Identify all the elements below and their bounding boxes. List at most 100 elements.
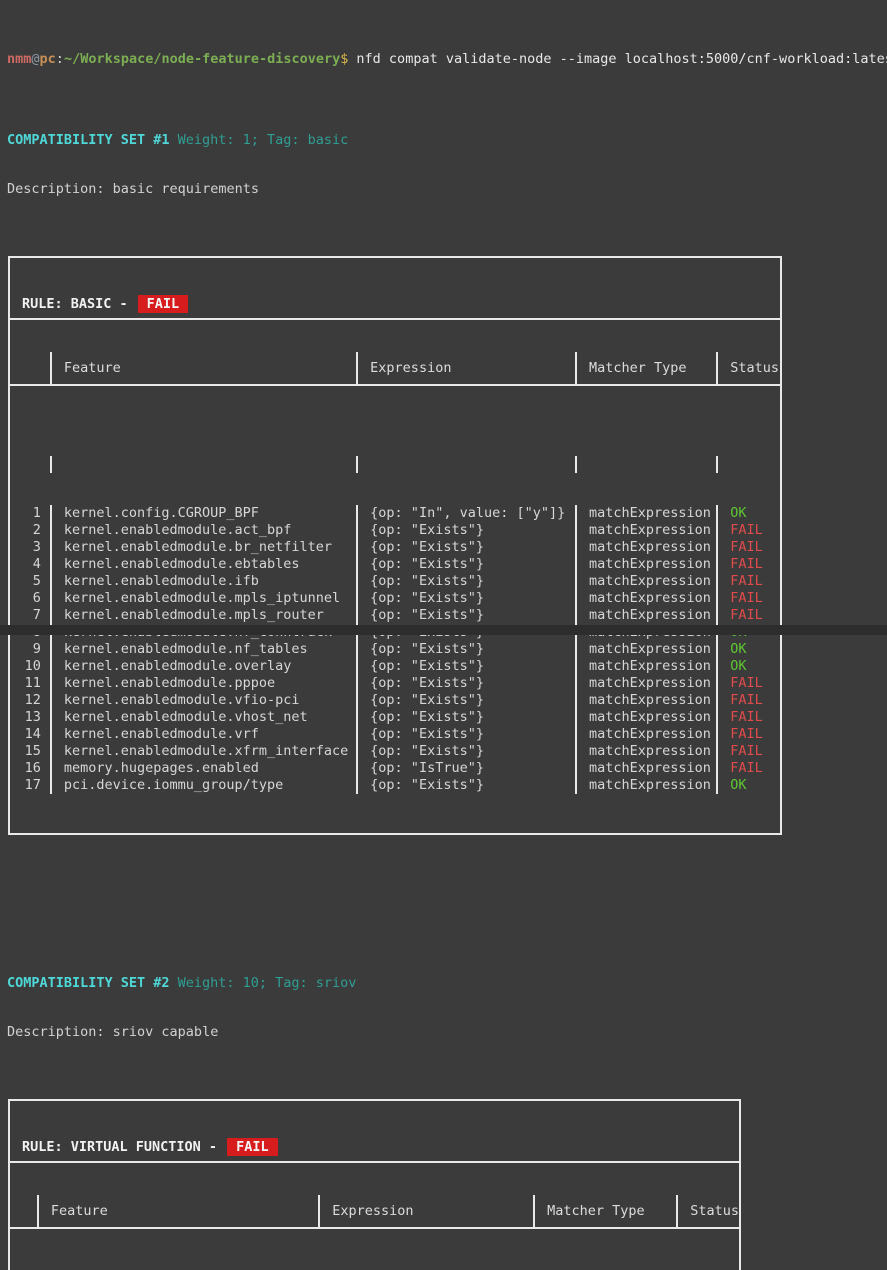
column-header-feature: Feature (37, 1195, 318, 1227)
row-feature: kernel.enabledmodule.pppoe (50, 675, 356, 692)
row-matcher-type (575, 456, 716, 473)
table-row: 16 memory.hugepages.enabled {op: "IsTrue… (10, 760, 780, 777)
row-matcher-type: matchExpression (575, 658, 716, 675)
table-row: 6 kernel.enabledmodule.mpls_iptunnel {op… (10, 590, 780, 607)
column-header-row: Feature Expression Matcher Type Status (10, 1195, 739, 1229)
window-bottom-edge (0, 625, 887, 635)
row-feature: kernel.enabledmodule.nf_tables (50, 641, 356, 658)
set2-title: COMPATIBILITY SET #2 (7, 975, 170, 991)
column-header-matcher-type: Matcher Type (575, 352, 716, 384)
set2-header-line: COMPATIBILITY SET #2 Weight: 10; Tag: sri… (7, 975, 887, 992)
set1-meta: Weight: 1; Tag: basic (178, 132, 349, 148)
terminal-window: nmm@pc:~/Workspace/node-feature-discover… (0, 0, 887, 1270)
row-status: FAIL (716, 522, 780, 539)
row-feature: kernel.enabledmodule.act_bpf (50, 522, 356, 539)
row-number: 2 (10, 522, 50, 539)
row-number: 16 (10, 760, 50, 777)
row-expression: {op: "Exists"} (356, 777, 575, 794)
prompt-user: nmm (7, 51, 31, 67)
row-status: FAIL (716, 675, 780, 692)
row-status: FAIL (716, 590, 780, 607)
prompt-at-symbol: @ (31, 51, 39, 67)
table-row: 9 kernel.enabledmodule.nf_tables {op: "E… (10, 641, 780, 658)
table-row: 13 kernel.enabledmodule.vhost_net {op: "… (10, 709, 780, 726)
rule-table-basic: RULE: BASIC - FAIL Feature Expression Ma… (8, 256, 782, 835)
row-number: 17 (10, 777, 50, 794)
rule-status-badge: FAIL (227, 1138, 278, 1156)
row-matcher-type: matchExpression (575, 607, 716, 624)
rule-label: RULE: VIRTUAL FUNCTION - (22, 1139, 217, 1155)
row-status: FAIL (716, 573, 780, 590)
row-feature: kernel.enabledmodule.vrf (50, 726, 356, 743)
row-status: FAIL (716, 607, 780, 624)
row-feature (50, 456, 356, 473)
row-expression: {op: "Exists"} (356, 692, 575, 709)
row-status: OK (716, 777, 780, 794)
row-expression: {op: "Exists"} (356, 607, 575, 624)
set2-description: Description: sriov capable (7, 1024, 887, 1041)
row-expression: {op: "Exists"} (356, 709, 575, 726)
table-row: 3 kernel.enabledmodule.br_netfilter {op:… (10, 539, 780, 556)
row-expression: {op: "Exists"} (356, 726, 575, 743)
row-feature: kernel.enabledmodule.ifb (50, 573, 356, 590)
row-number: 10 (10, 658, 50, 675)
rule-status-badge: FAIL (138, 295, 189, 313)
row-feature: kernel.enabledmodule.vhost_net (50, 709, 356, 726)
row-number: 14 (10, 726, 50, 743)
row-matcher-type: matchExpression (575, 777, 716, 794)
command-text: nfd compat validate-node --image localho… (348, 51, 887, 67)
row-status: OK (716, 505, 780, 522)
section-spacer (7, 883, 887, 911)
table-row: 15 kernel.enabledmodule.xfrm_interface {… (10, 743, 780, 760)
row-number: 3 (10, 539, 50, 556)
table-row: 14 kernel.enabledmodule.vrf {op: "Exists… (10, 726, 780, 743)
row-feature: kernel.enabledmodule.mpls_iptunnel (50, 590, 356, 607)
row-feature: kernel.enabledmodule.vfio-pci (50, 692, 356, 709)
row-feature: pci.device.iommu_group/type (50, 777, 356, 794)
row-status: FAIL (716, 692, 780, 709)
row-expression: {op: "Exists"} (356, 539, 575, 556)
row-status: FAIL (716, 743, 780, 760)
row-matcher-type: matchExpression (575, 641, 716, 658)
table-row: 7 kernel.enabledmodule.mpls_router {op: … (10, 607, 780, 624)
row-expression: {op: "Exists"} (356, 522, 575, 539)
rule-header-virtual-function: RULE: VIRTUAL FUNCTION - FAIL (10, 1133, 739, 1163)
row-expression (356, 456, 575, 473)
row-number: 11 (10, 675, 50, 692)
prompt-colon: : (56, 51, 64, 67)
table-row: 5 kernel.enabledmodule.ifb {op: "Exists"… (10, 573, 780, 590)
row-number: 12 (10, 692, 50, 709)
row-matcher-type: matchExpression (575, 522, 716, 539)
row-matcher-type: matchExpression (575, 505, 716, 522)
row-feature: kernel.enabledmodule.xfrm_interface (50, 743, 356, 760)
row-feature: kernel.enabledmodule.mpls_router (50, 607, 356, 624)
row-feature: kernel.enabledmodule.overlay (50, 658, 356, 675)
table-row: 11 kernel.enabledmodule.pppoe {op: "Exis… (10, 675, 780, 692)
row-number: 6 (10, 590, 50, 607)
row-number: 1 (10, 505, 50, 522)
rule-header-basic: RULE: BASIC - FAIL (10, 290, 780, 320)
row-number: 7 (10, 607, 50, 624)
row-matcher-type: matchExpression (575, 556, 716, 573)
prompt-line: nmm@pc:~/Workspace/node-feature-discover… (7, 51, 887, 68)
row-status: FAIL (716, 760, 780, 777)
prompt-path: ~/Workspace/node-feature-discovery (64, 51, 340, 67)
rule-table-virtual-function: RULE: VIRTUAL FUNCTION - FAIL Feature Ex… (8, 1099, 741, 1270)
prompt-host: pc (40, 51, 56, 67)
row-matcher-type: matchExpression (575, 709, 716, 726)
set2-meta: Weight: 10; Tag: sriov (178, 975, 357, 991)
row-status: FAIL (716, 709, 780, 726)
row-number: 9 (10, 641, 50, 658)
row-expression: {op: "Exists"} (356, 590, 575, 607)
column-header-expression: Expression (356, 352, 575, 384)
row-status (716, 456, 780, 473)
row-expression: {op: "Exists"} (356, 573, 575, 590)
table-row: 12 kernel.enabledmodule.vfio-pci {op: "E… (10, 692, 780, 709)
column-header-num (10, 352, 50, 384)
row-expression: {op: "Exists"} (356, 658, 575, 675)
row-matcher-type: matchExpression (575, 760, 716, 777)
column-header-status: Status (676, 1195, 739, 1227)
rule-label: RULE: BASIC - (22, 296, 128, 312)
column-header-expression: Expression (318, 1195, 533, 1227)
row-status: FAIL (716, 539, 780, 556)
